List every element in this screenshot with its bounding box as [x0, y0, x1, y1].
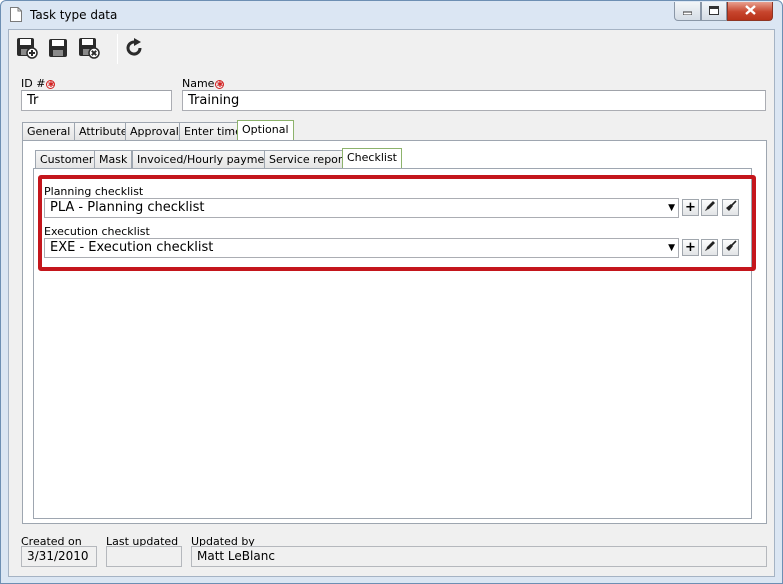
execution-checklist-label: Execution checklist — [44, 225, 150, 238]
plus-icon: + — [685, 240, 696, 255]
name-field[interactable]: Training — [182, 90, 766, 111]
checklist-tab-panel — [33, 168, 752, 519]
pencil-icon — [704, 200, 716, 215]
save-new-icon — [16, 37, 38, 62]
last-updated-field — [106, 546, 182, 567]
execution-checklist-select[interactable]: EXE - Execution checklist ▼ — [44, 238, 679, 258]
required-icon: ✱ — [46, 80, 56, 89]
required-icon: ✱ — [215, 80, 225, 89]
save-icon — [48, 38, 68, 61]
tab-invoiced-hourly-payment[interactable]: Invoiced/Hourly payment — [132, 150, 281, 168]
minimize-icon — [682, 5, 693, 18]
tab-approval[interactable]: Approval — [125, 122, 184, 140]
tab-service-report[interactable]: Service report — [264, 150, 352, 168]
tab-checklist[interactable]: Checklist — [342, 148, 402, 168]
maximize-button[interactable] — [701, 2, 727, 21]
chevron-down-icon: ▼ — [668, 203, 675, 213]
task-type-window: Task type data ID # ✱ Tr Name ✱ Training… — [0, 0, 783, 584]
window-title: Task type data — [30, 8, 118, 22]
tab-optional[interactable]: Optional — [237, 120, 294, 140]
form-client-area: ID # ✱ Tr Name ✱ Training General Attribut… — [8, 29, 775, 577]
refresh-button[interactable] — [122, 37, 146, 61]
save-and-new-button[interactable] — [15, 37, 39, 61]
pencil-icon — [704, 240, 716, 255]
planning-checklist-value: PLA - Planning checklist — [50, 200, 205, 215]
execution-checklist-value: EXE - Execution checklist — [50, 240, 214, 255]
broom-icon — [725, 200, 737, 215]
name-label: Name ✱ — [182, 77, 225, 90]
tab-attribute[interactable]: Attribute — [74, 122, 133, 140]
save-and-close-button[interactable] — [77, 37, 101, 61]
toolbar — [9, 30, 774, 68]
chevron-down-icon: ▼ — [668, 243, 675, 253]
planning-clear-button[interactable] — [722, 199, 739, 216]
refresh-icon — [123, 37, 145, 62]
save-button[interactable] — [46, 37, 70, 61]
plus-icon: + — [685, 200, 696, 215]
execution-clear-button[interactable] — [722, 239, 739, 256]
id-label: ID # ✱ — [21, 77, 56, 90]
minimize-button[interactable] — [674, 2, 701, 21]
created-on-field: 3/31/2010 — [21, 546, 97, 567]
broom-icon — [725, 240, 737, 255]
tab-general[interactable]: General — [22, 122, 76, 140]
document-icon — [10, 7, 22, 22]
tab-mask[interactable]: Mask — [94, 150, 133, 168]
close-icon — [744, 4, 756, 18]
updated-by-field: Matt LeBlanc — [191, 546, 767, 567]
title-bar: Task type data — [1, 1, 782, 29]
maximize-icon — [709, 5, 719, 18]
tab-customer[interactable]: Customer — [35, 150, 99, 168]
execution-edit-button[interactable] — [701, 239, 718, 256]
save-close-icon — [78, 37, 100, 62]
id-field[interactable]: Tr — [21, 90, 172, 111]
close-button[interactable] — [727, 2, 773, 21]
planning-add-button[interactable]: + — [682, 199, 699, 216]
toolbar-separator — [117, 34, 118, 64]
planning-checklist-label: Planning checklist — [44, 185, 144, 198]
planning-edit-button[interactable] — [701, 199, 718, 216]
execution-add-button[interactable]: + — [682, 239, 699, 256]
planning-checklist-select[interactable]: PLA - Planning checklist ▼ — [44, 198, 679, 218]
